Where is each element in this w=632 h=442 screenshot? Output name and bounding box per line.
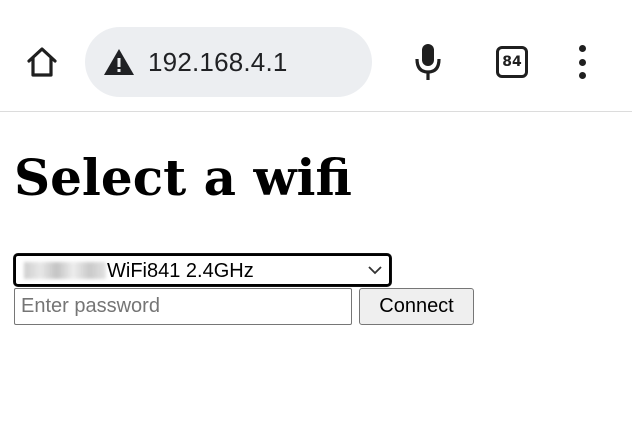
tab-count: 84 xyxy=(502,54,522,70)
chevron-down-icon xyxy=(368,266,382,275)
warning-icon[interactable] xyxy=(103,47,135,77)
browser-toolbar: 192.168.4.1 84 xyxy=(0,0,632,112)
page-title: Select a wifi xyxy=(14,148,352,207)
mic-icon xyxy=(415,44,441,80)
url-text[interactable]: 192.168.4.1 xyxy=(148,46,288,78)
selected-network-label: WiFi841 2.4GHz xyxy=(107,260,254,282)
more-options-button[interactable] xyxy=(570,44,594,80)
address-bar[interactable]: 192.168.4.1 xyxy=(85,27,372,97)
home-icon xyxy=(27,47,57,77)
password-input[interactable] xyxy=(14,288,352,325)
connect-button[interactable]: Connect xyxy=(359,288,474,325)
tab-switcher-button[interactable]: 84 xyxy=(496,46,528,78)
voice-search-button[interactable] xyxy=(410,40,446,84)
wifi-network-select[interactable]: WiFi841 2.4GHz xyxy=(14,254,391,286)
more-vert-icon xyxy=(578,45,586,52)
home-button[interactable] xyxy=(22,44,62,80)
redacted-network-name xyxy=(24,262,106,279)
